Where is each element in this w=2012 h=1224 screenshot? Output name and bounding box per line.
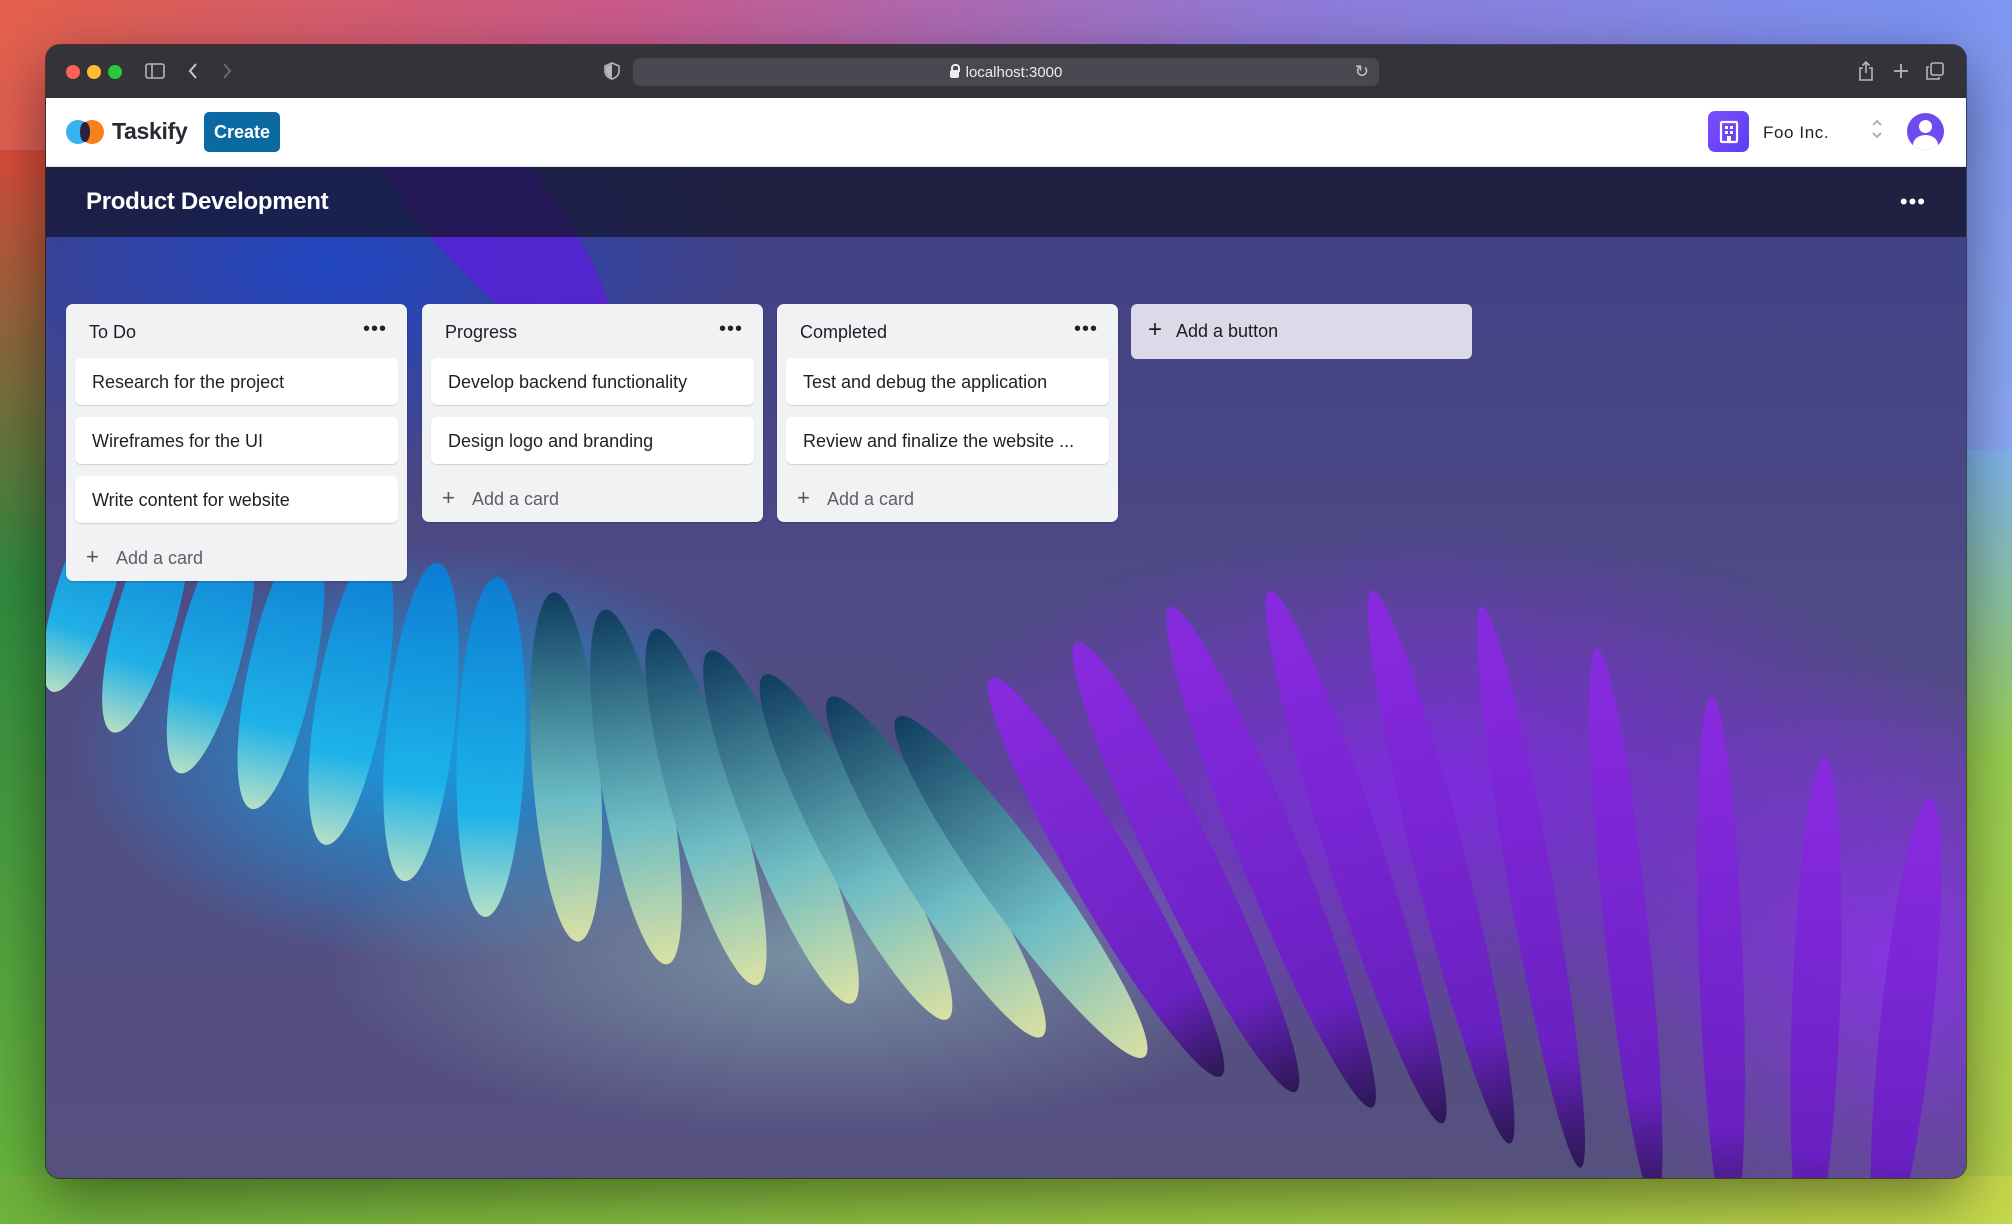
card-title: Test and debug the application: [803, 372, 1048, 392]
add-card-label: Add a card: [472, 489, 560, 509]
board-title[interactable]: Product Development: [86, 188, 329, 216]
card[interactable]: Design logo and branding: [431, 417, 754, 464]
plus-icon: +: [797, 485, 810, 510]
zoom-window-button[interactable]: [108, 65, 122, 79]
desktop-wallpaper-bottom: [0, 1176, 2012, 1224]
card[interactable]: Research for the project: [75, 358, 398, 405]
back-icon[interactable]: [180, 58, 206, 84]
card[interactable]: Write content for website: [75, 476, 398, 523]
list-completed: Completed ••• Test and debug the applica…: [777, 304, 1118, 522]
reload-icon[interactable]: ↻: [1355, 62, 1369, 82]
list-progress: Progress ••• Develop backend functionali…: [422, 304, 763, 522]
card-title: Design logo and branding: [448, 431, 654, 451]
board-options-icon[interactable]: •••: [1900, 191, 1926, 213]
new-tab-icon[interactable]: [1888, 58, 1914, 84]
shield-icon[interactable]: [599, 58, 625, 84]
plus-icon: +: [1148, 316, 1163, 343]
lock-icon: [949, 64, 960, 78]
board-header: Product Development •••: [46, 167, 1966, 237]
share-icon[interactable]: [1853, 58, 1879, 84]
url-text: localhost:3000: [965, 63, 1063, 81]
card-title: Review and finalize the website ...: [803, 431, 1075, 451]
browser-toolbar: localhost:3000 ↻: [46, 45, 1966, 99]
add-card-button[interactable]: + Add a card: [777, 476, 1118, 522]
list-title[interactable]: Completed: [800, 322, 887, 343]
add-card-button[interactable]: + Add a card: [66, 535, 407, 581]
list-to-do: To Do ••• Research for the project Wiref…: [66, 304, 407, 581]
organization-name[interactable]: Foo Inc.: [1763, 123, 1829, 143]
app-navbar: Taskify Create Foo Inc.: [46, 98, 1966, 167]
forward-icon[interactable]: [214, 58, 240, 84]
card[interactable]: Wireframes for the UI: [75, 417, 398, 464]
add-card-button[interactable]: + Add a card: [422, 476, 763, 522]
brand-name[interactable]: Taskify: [112, 118, 188, 145]
plus-icon: +: [442, 485, 455, 510]
sidebar-icon[interactable]: [142, 58, 168, 84]
add-card-label: Add a card: [116, 548, 204, 568]
card[interactable]: Test and debug the application: [786, 358, 1109, 405]
card-title: Write content for website: [92, 490, 290, 510]
tabs-overview-icon[interactable]: [1922, 58, 1948, 84]
create-button[interactable]: Create: [204, 112, 280, 152]
taskify-logo-icon[interactable]: [66, 120, 104, 144]
card[interactable]: Develop backend functionality: [431, 358, 754, 405]
board-canvas: Product Development ••• To Do ••• Resear…: [46, 167, 1966, 1178]
add-card-label: Add a card: [827, 489, 915, 509]
list-options-icon[interactable]: •••: [1074, 318, 1098, 341]
list-options-icon[interactable]: •••: [363, 318, 387, 341]
list-title[interactable]: Progress: [445, 322, 517, 343]
organization-switcher-chevron-icon[interactable]: [1868, 116, 1886, 146]
list-title[interactable]: To Do: [89, 322, 136, 343]
address-bar[interactable]: localhost:3000 ↻: [633, 58, 1379, 86]
plus-icon: +: [86, 544, 99, 569]
user-avatar[interactable]: [1907, 113, 1944, 150]
list-options-icon[interactable]: •••: [719, 318, 743, 341]
card-title: Wireframes for the UI: [92, 431, 264, 451]
add-list-button[interactable]: + Add a button: [1131, 304, 1472, 359]
card-title: Develop backend functionality: [448, 372, 688, 392]
minimize-window-button[interactable]: [87, 65, 101, 79]
add-list-label: Add a button: [1176, 321, 1279, 341]
browser-window: localhost:3000 ↻ Taskify Create Foo Inc.: [46, 45, 1966, 1178]
close-window-button[interactable]: [66, 65, 80, 79]
organization-icon[interactable]: [1708, 111, 1749, 152]
card[interactable]: Review and finalize the website ...: [786, 417, 1109, 464]
card-title: Research for the project: [92, 372, 285, 392]
